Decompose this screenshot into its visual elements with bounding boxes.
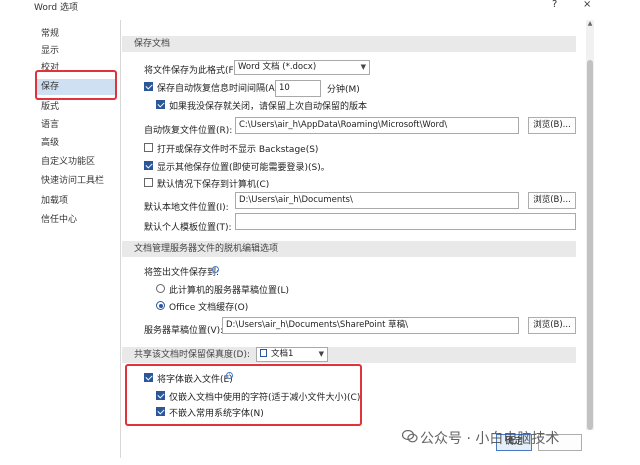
show-more-locations-checkbox[interactable]	[144, 161, 153, 170]
section-header-fidelity: 共享该文档时保留保真度(D):	[122, 347, 576, 363]
autorecover-path-input[interactable]: C:\Users\air_h\AppData\Roaming\Microsoft…	[235, 117, 519, 134]
checkout-label: 将签出文件保存到:	[144, 268, 220, 278]
sidebar-item-trust-center[interactable]: 信任中心	[41, 212, 77, 228]
section-header-save-docs: 保存文档	[122, 36, 576, 52]
wechat-icon	[402, 430, 418, 443]
scroll-thumb[interactable]	[587, 60, 593, 430]
highlight-box-save	[35, 70, 117, 100]
show-more-locations-label: 显示其他保存位置(即使可能需要登录)(S)。	[157, 163, 330, 173]
autorecover-path-label: 自动恢复文件位置(R):	[144, 126, 233, 136]
sidebar-item-addins[interactable]: 加载项	[41, 193, 68, 209]
doc-icon	[260, 349, 267, 357]
info-icon: i	[212, 266, 219, 273]
fidelity-doc-value: 文档1	[271, 349, 294, 359]
autorecover-checkbox[interactable]	[144, 82, 153, 91]
fidelity-doc-select[interactable]: 文档1 ▼	[256, 347, 328, 362]
template-path-input[interactable]	[235, 213, 576, 230]
format-value: Word 文档 (*.docx)	[238, 62, 317, 72]
sidebar-item-layout[interactable]: 版式	[41, 99, 59, 115]
window-title: Word 选项	[34, 3, 78, 13]
sidebar-item-quick-access[interactable]: 快速访问工具栏	[41, 173, 104, 189]
local-path-label: 默认本地文件位置(I):	[144, 203, 229, 213]
server-drafts-radio[interactable]	[156, 284, 165, 293]
chevron-down-icon: ▼	[360, 63, 366, 71]
template-path-label: 默认个人模板位置(T):	[144, 223, 232, 233]
server-browse-button[interactable]: 浏览(B)...	[528, 317, 576, 334]
keep-last-label: 如果我没保存就关闭，请保留上次自动保留的版本	[169, 102, 368, 112]
sidebar-item-general[interactable]: 常规	[41, 26, 59, 42]
format-label: 将文件保存为此格式(F):	[144, 66, 241, 76]
sidebar-item-display[interactable]: 显示	[41, 43, 59, 59]
autorecover-label: 保存自动恢复信息时间间隔(A)	[157, 84, 279, 94]
default-computer-label: 默认情况下保存到计算机(C)	[157, 180, 270, 190]
server-path-input[interactable]: D:\Users\air_h\Documents\SharePoint 草稿\	[222, 317, 519, 334]
keep-last-checkbox[interactable]	[156, 100, 165, 109]
section-header-offline: 文档管理服务器文件的脱机编辑选项	[122, 241, 576, 257]
server-path-label: 服务器草稿位置(V):	[144, 326, 224, 336]
fidelity-label: 共享该文档时保留保真度(D):	[134, 350, 250, 360]
local-browse-button[interactable]: 浏览(B)...	[528, 192, 576, 209]
chevron-down-icon: ▼	[318, 350, 324, 358]
autorecover-minutes-input[interactable]: 10	[275, 80, 321, 97]
watermark-text: 公众号 · 小白电脑技术	[420, 431, 560, 447]
no-backstage-checkbox[interactable]	[144, 143, 153, 152]
local-path-input[interactable]: D:\Users\air_h\Documents\	[235, 192, 519, 209]
vertical-scrollbar[interactable]: ▲	[586, 20, 594, 430]
minutes-label: 分钟(M)	[327, 85, 360, 95]
title-bar: Word 选项 ? ×	[0, 0, 640, 14]
default-computer-checkbox[interactable]	[144, 178, 153, 187]
autorecover-browse-button[interactable]: 浏览(B)...	[528, 117, 576, 134]
server-drafts-label: 此计算机的服务器草稿位置(L)	[169, 286, 290, 296]
scroll-up-icon[interactable]: ▲	[586, 20, 594, 28]
format-select[interactable]: Word 文档 (*.docx) ▼	[234, 60, 370, 75]
no-backstage-label: 打开或保存文件时不显示 Backstage(S)	[157, 145, 319, 155]
sidebar-item-language[interactable]: 语言	[41, 117, 59, 133]
close-button[interactable]: ×	[583, 0, 591, 10]
highlight-box-embed-fonts	[125, 364, 362, 426]
help-button[interactable]: ?	[552, 0, 557, 10]
office-cache-radio[interactable]	[156, 301, 165, 310]
sidebar-item-advanced[interactable]: 高级	[41, 135, 59, 151]
sidebar-item-customize-ribbon[interactable]: 自定义功能区	[41, 154, 95, 170]
office-cache-label: Office 文档缓存(O)	[169, 303, 249, 313]
